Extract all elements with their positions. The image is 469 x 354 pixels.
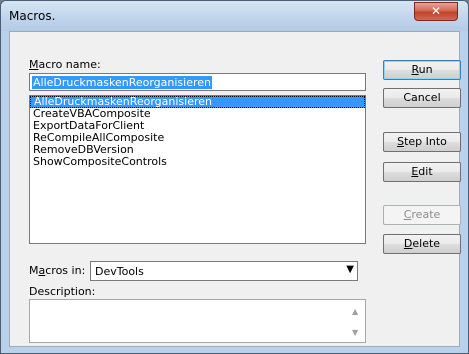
dialog-body: Macro name: AlleDruckmaskenReorganisiere…: [9, 31, 461, 347]
scroll-down-icon[interactable]: ▼: [352, 328, 358, 337]
description-label: Description:: [29, 285, 96, 298]
create-button[interactable]: Create: [383, 205, 461, 225]
title-bar[interactable]: Macros. ✕: [1, 1, 468, 31]
macro-name-value: AlleDruckmaskenReorganisieren: [32, 76, 212, 89]
list-item[interactable]: ShowCompositeControls: [30, 156, 365, 168]
macros-dialog: Macros. ✕ Macro name: AlleDruckmaskenReo…: [0, 0, 469, 354]
close-button[interactable]: ✕: [414, 2, 458, 21]
delete-button[interactable]: Delete: [383, 234, 461, 254]
run-button[interactable]: Run: [383, 60, 461, 80]
macros-in-label: Macros in:: [29, 264, 86, 277]
description-box[interactable]: ▲ ▼: [29, 299, 366, 343]
macros-in-value: DevTools: [95, 265, 144, 278]
close-icon: ✕: [430, 4, 442, 18]
description-scrollbar[interactable]: ▲ ▼: [348, 300, 365, 342]
chevron-down-icon: ▼: [346, 264, 354, 275]
macro-list[interactable]: AlleDruckmaskenReorganisieren CreateVBACo…: [29, 95, 366, 244]
scroll-up-icon[interactable]: ▲: [352, 307, 358, 316]
macros-in-select[interactable]: DevTools ▼: [90, 261, 358, 281]
window-title: Macros.: [9, 9, 56, 23]
macro-name-label: Macro name:: [29, 58, 101, 71]
edit-button[interactable]: Edit: [383, 162, 461, 182]
step-into-button[interactable]: Step Into: [383, 132, 461, 152]
macro-name-input[interactable]: AlleDruckmaskenReorganisieren: [29, 73, 366, 91]
cancel-button[interactable]: Cancel: [383, 88, 461, 108]
